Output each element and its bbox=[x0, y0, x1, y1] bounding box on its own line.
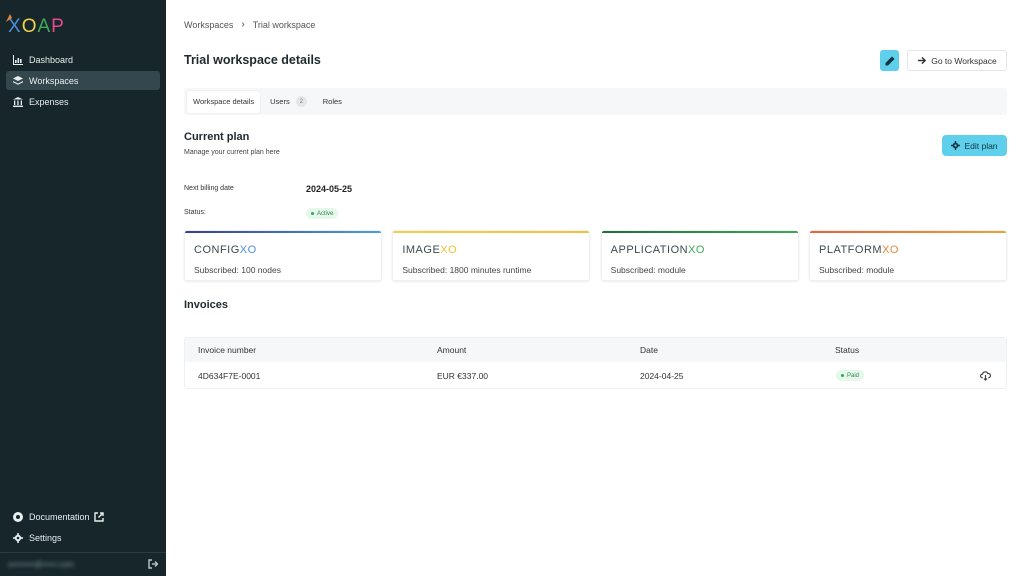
edit-plan-button[interactable]: Edit plan bbox=[942, 135, 1007, 156]
invoice-amount: EUR €337.00 bbox=[437, 371, 489, 381]
sidebar-item-workspaces[interactable]: Workspaces bbox=[6, 71, 160, 90]
table-row[interactable]: 4D634F7E-0001 EUR €337.00 2024-04-25 Pai… bbox=[185, 362, 1006, 390]
current-plan-subtitle: Manage your current plan here bbox=[184, 149, 280, 156]
column-header: Invoice number bbox=[198, 345, 257, 355]
edit-plan-label: Edit plan bbox=[964, 140, 998, 151]
card-accent-bar bbox=[185, 231, 381, 233]
product-logo: CONFIGXO bbox=[194, 244, 257, 256]
card-accent-bar bbox=[393, 231, 590, 233]
logout-icon[interactable] bbox=[148, 556, 159, 574]
product-card-imagexo[interactable]: IMAGEXO Subscribed: 1800 minutes runtime bbox=[392, 230, 591, 281]
layers-icon bbox=[12, 75, 23, 86]
edit-workspace-button[interactable] bbox=[880, 50, 899, 71]
go-to-workspace-label: Go to Workspace bbox=[931, 55, 997, 66]
go-to-workspace-button[interactable]: Go to Workspace bbox=[907, 50, 1007, 71]
breadcrumb: Workspaces › Trial workspace bbox=[184, 19, 315, 30]
product-logo: IMAGEXO bbox=[402, 244, 458, 256]
card-accent-bar bbox=[809, 231, 1006, 233]
tab-roles[interactable]: Roles bbox=[317, 91, 348, 113]
product-logo: APPLICATIONXO bbox=[610, 244, 705, 256]
sidebar-item-settings[interactable]: Settings bbox=[6, 528, 160, 547]
status-dot-icon bbox=[841, 374, 844, 377]
sidebar-item-label: Workspaces bbox=[29, 75, 79, 86]
sidebar-item-label: Settings bbox=[29, 532, 62, 543]
billing-date-value: 2024-05-25 bbox=[306, 184, 353, 194]
product-subscription: Subscribed: module bbox=[818, 265, 895, 275]
column-header: Status bbox=[835, 345, 860, 355]
chart-icon bbox=[12, 54, 23, 65]
bank-icon bbox=[12, 96, 23, 107]
gear-icon bbox=[12, 532, 23, 543]
invoice-number: 4D634F7E-0001 bbox=[198, 371, 261, 381]
invoices-title: Invoices bbox=[184, 299, 229, 311]
tab-bar: Workspace details Users 2 Roles bbox=[184, 88, 1007, 115]
product-subscription: Subscribed: 100 nodes bbox=[194, 265, 281, 275]
sidebar-item-label: Expenses bbox=[29, 96, 69, 107]
xoap-logo[interactable]: XOAP bbox=[6, 14, 65, 38]
tab-workspace-details[interactable]: Workspace details bbox=[187, 90, 261, 113]
status-badge: Active bbox=[306, 208, 339, 219]
sidebar-item-dashboard[interactable]: Dashboard bbox=[6, 50, 160, 69]
product-cards: CONFIGXO Subscribed: 100 nodes IMAGEXO S… bbox=[184, 230, 1007, 281]
product-logo: PLATFORMXO bbox=[818, 244, 899, 256]
product-card-configxo[interactable]: CONFIGXO Subscribed: 100 nodes bbox=[184, 230, 382, 281]
current-plan-title: Current plan bbox=[184, 131, 250, 143]
billing-date-label: Next billing date bbox=[184, 185, 234, 192]
pencil-icon bbox=[885, 56, 894, 65]
invoice-status-text: Paid bbox=[847, 372, 860, 379]
invoice-status-badge: Paid bbox=[836, 370, 865, 381]
bottom-nav: Documentation Settings bbox=[6, 507, 160, 549]
external-link-icon bbox=[93, 511, 104, 522]
product-card-applicationxo[interactable]: APPLICATIONXO Subscribed: module bbox=[600, 230, 799, 281]
cloud-download-icon[interactable] bbox=[980, 370, 991, 383]
user-row: s••••••••@•••••.com bbox=[0, 552, 166, 576]
sidebar-item-label: Dashboard bbox=[29, 54, 74, 65]
gear-icon bbox=[951, 141, 961, 150]
product-card-platformxo[interactable]: PLATFORMXO Subscribed: module bbox=[808, 230, 1007, 281]
sidebar-item-documentation[interactable]: Documentation bbox=[6, 507, 160, 526]
card-accent-bar bbox=[601, 231, 798, 233]
users-count-badge: 2 bbox=[295, 96, 307, 107]
tab-label: Workspace details bbox=[193, 97, 255, 106]
arrow-right-icon bbox=[918, 56, 927, 65]
invoice-date: 2024-04-25 bbox=[640, 371, 684, 381]
product-subscription: Subscribed: module bbox=[610, 265, 686, 275]
tab-label: Users bbox=[270, 97, 290, 106]
help-circle-icon bbox=[12, 511, 23, 522]
tab-users[interactable]: Users 2 bbox=[264, 91, 313, 113]
product-subscription: Subscribed: 1800 minutes runtime bbox=[402, 265, 532, 275]
column-header: Date bbox=[640, 345, 658, 355]
breadcrumb-current: Trial workspace bbox=[252, 19, 316, 30]
status-label: Status: bbox=[184, 209, 206, 216]
main-nav: Dashboard Workspaces Expenses bbox=[6, 50, 160, 113]
main-content: Workspaces › Trial workspace Trial works… bbox=[166, 0, 1024, 576]
sidebar-item-expenses[interactable]: Expenses bbox=[6, 92, 160, 111]
logo-text: XOAP bbox=[8, 16, 65, 37]
status-badge-text: Active bbox=[317, 210, 334, 217]
status-dot-icon bbox=[311, 212, 314, 215]
column-header: Amount bbox=[437, 345, 467, 355]
invoices-table: Invoice number Amount Date Status 4D634F… bbox=[184, 337, 1007, 389]
tab-label: Roles bbox=[322, 97, 342, 106]
user-email: s••••••••@•••••.com bbox=[8, 560, 74, 569]
sidebar-item-label: Documentation bbox=[29, 511, 90, 522]
sidebar: XOAP Dashboard Workspaces Expenses Docum… bbox=[0, 0, 166, 576]
chevron-right-icon: › bbox=[241, 19, 245, 30]
breadcrumb-workspaces[interactable]: Workspaces bbox=[184, 20, 233, 30]
page-title: Trial workspace details bbox=[184, 53, 321, 67]
table-header: Invoice number Amount Date Status bbox=[185, 338, 1006, 362]
logo-mark-icon bbox=[6, 14, 12, 22]
